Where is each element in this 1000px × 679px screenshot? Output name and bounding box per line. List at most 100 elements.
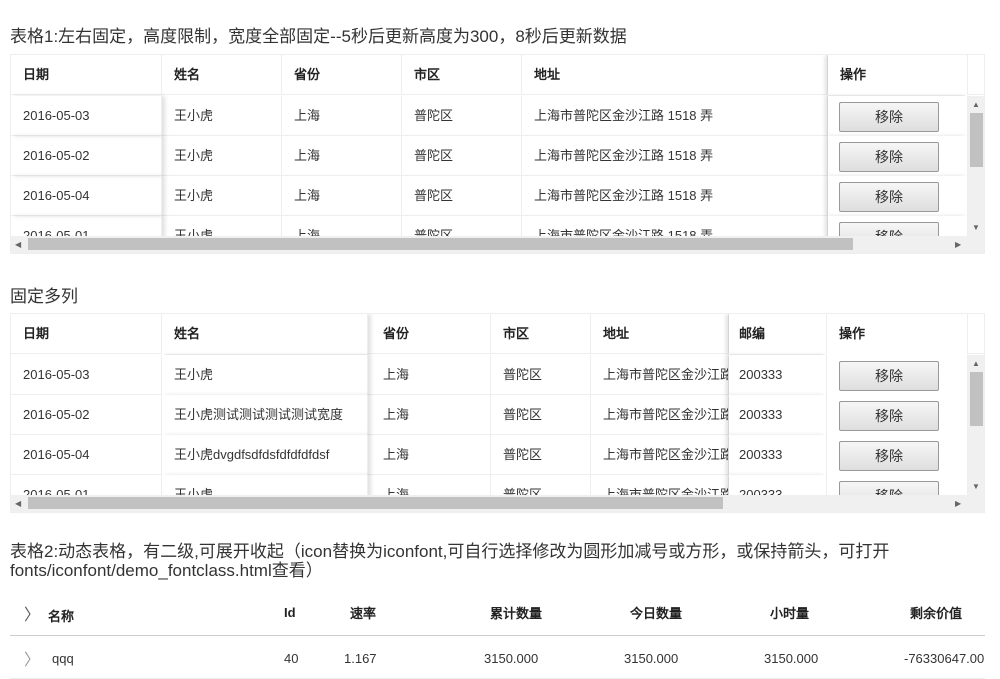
col-city[interactable]: 市区 [402,55,522,95]
remove-button[interactable]: 移除 [839,441,939,471]
table2-title-line1: 表格2:动态表格，有二级,可展开收起（icon替换为iconfont,可自行选择… [10,542,890,561]
col-province[interactable]: 省份 [282,55,402,95]
col-action[interactable]: 操作 [828,55,968,95]
table-multi-title: 固定多列 [10,287,78,306]
cell-name: 王小虎 [162,355,368,395]
cell-city: 普陀区 [491,435,591,475]
scroll-left-icon[interactable]: ◀ [15,499,21,509]
table1-vertical-scrollbar[interactable]: ▲ ▼ [968,96,984,237]
col-city[interactable]: 市区 [491,314,591,354]
cell-action: 移除 [827,355,968,395]
cell-city: 普陀区 [491,395,591,435]
cell-name: 王小虎测试测试测试测试宽度 [162,395,368,435]
table1-hscroll-thumb[interactable] [28,238,853,250]
cell-id: 40 [284,651,299,666]
table-multi-hscroll-thumb[interactable] [28,497,723,509]
cell-date: 2016-05-02 [11,136,162,176]
table2-header: 〉 名称 Id 速率 累计数量 今日数量 小时量 剩余价值 [10,590,985,636]
table-row: 2016-05-03 王小虎 上海 普陀区 上海市普陀区金沙江路 1518 弄移除 [11,96,968,136]
scroll-down-icon[interactable]: ▼ [972,223,980,233]
cell-province: 上海 [282,176,402,216]
remove-button[interactable]: 移除 [839,182,939,212]
scroll-left-icon[interactable]: ◀ [15,240,21,250]
col-date[interactable]: 日期 [11,55,162,95]
remove-button[interactable]: 移除 [839,401,939,431]
cell-city: 普陀区 [402,176,522,216]
cell-address: 上海市普陀区金沙江路 1518 弄 [591,395,729,435]
col-zip[interactable]: 邮编 [729,314,827,354]
cell-action: 移除 [828,136,968,176]
cell-address: 上海市普陀区金沙江路 1518 弄 [522,96,828,136]
cell-city: 普陀区 [402,136,522,176]
remove-button[interactable]: 移除 [839,142,939,172]
scroll-down-icon[interactable]: ▼ [972,482,980,492]
cell-province: 上海 [371,355,491,395]
col-hourly: 小时量 [770,606,810,621]
remove-button[interactable]: 移除 [839,361,939,391]
cell-name: 王小虎dvgdfsdfdsfdfdfdfdsf [162,435,368,475]
cell-city: 普陀区 [402,96,522,136]
table-row: 2016-05-04 王小虎dvgdfsdfdsfdfdfdfdsf 上海 普陀区 上海… [11,435,968,475]
table1-horizontal-scrollbar[interactable]: ◀ ▶ [11,236,984,253]
col-date[interactable]: 日期 [11,314,162,354]
col-action[interactable]: 操作 [827,314,968,354]
scroll-right-icon[interactable]: ▶ [955,499,961,509]
expand-all-chevron-icon[interactable]: 〉 [24,601,40,625]
cell-remaining: -76330647.00 [904,651,985,666]
cell-date: 2016-05-03 [11,96,162,136]
table1: 日期 姓名 省份 市区 地址 操作 2016-05-03 王小虎 上海 普陀区 上海市普… [10,54,985,254]
cell-total: 3150.000 [484,651,539,666]
scroll-up-icon[interactable]: ▲ [972,100,980,110]
table1-title: 表格1:左右固定，高度限制，宽度全部固定--5秒后更新高度为300，8秒后更新数… [10,27,627,46]
cell-zip: 200333 [729,355,827,395]
table-row: 2016-05-03王小虎上海普陀区上海市普陀区金沙江路 1518 弄20033… [11,355,968,395]
cell-action: 移除 [828,96,968,136]
col-today: 今日数量 [630,606,683,621]
col-province[interactable]: 省份 [371,314,491,354]
col-name: 名称 [48,609,75,624]
cell-address: 上海市普陀区金沙江路 1518 弄 [522,136,828,176]
table-row: 2016-05-02王小虎测试测试测试测试宽度上海普陀区上海市普陀区金沙江路 1… [11,395,968,435]
col-remaining: 剩余价值 [910,606,963,621]
cell-action: 移除 [827,395,968,435]
table-multi-vscroll-thumb[interactable] [970,372,983,426]
table1-vscroll-thumb[interactable] [970,113,983,167]
cell-province: 上海 [282,96,402,136]
remove-button[interactable]: 移除 [839,102,939,132]
col-total: 累计数量 [490,606,543,621]
cell-today: 3150.000 [624,651,679,666]
cell-zip: 200333 [729,435,827,475]
cell-name: 王小虎 [162,96,282,136]
cell-name: 王小虎 [162,136,282,176]
cell-province: 上海 [371,395,491,435]
cell-date: 2016-05-02 [11,395,162,435]
cell-action: 移除 [828,176,968,216]
cell-name: qqq [52,651,74,666]
table-multi-horizontal-scrollbar[interactable]: ◀ ▶ [11,495,984,512]
col-address[interactable]: 地址 [591,314,729,354]
cell-date: 2016-05-03 [11,355,162,395]
col-address[interactable]: 地址 [522,55,828,95]
cell-zip: 200333 [729,395,827,435]
table-multi: 日期 姓名 省份 市区 地址 邮编 操作 2016-05-03 王小虎 上海 普陀区上… [10,313,985,513]
table2-row[interactable]: 〉 qqq 40 1.167 3150.000 3150.000 3150.00… [10,637,985,679]
cell-province: 上海 [371,435,491,475]
col-name[interactable]: 姓名 [162,314,368,354]
cell-address: 上海市普陀区金沙江路 1518 弄 [591,355,729,395]
scroll-up-icon[interactable]: ▲ [972,359,980,369]
table-multi-vertical-scrollbar[interactable]: ▲ ▼ [968,355,984,496]
table-row: 2016-05-04 王小虎 上海 普陀区 上海市普陀区金沙江路 1518 弄移除 [11,176,968,216]
col-id: Id [284,605,296,620]
cell-action: 移除 [827,435,968,475]
table1-header: 日期 姓名 省份 市区 地址 操作 [11,55,984,95]
cell-province: 上海 [282,136,402,176]
cell-date: 2016-05-04 [11,176,162,216]
col-name[interactable]: 姓名 [162,55,282,95]
table-multi-header: 日期 姓名 省份 市区 地址 邮编 操作 [11,314,984,354]
expand-row-chevron-icon[interactable]: 〉 [24,646,40,670]
scroll-right-icon[interactable]: ▶ [955,240,961,250]
cell-city: 普陀区 [491,355,591,395]
cell-name: 王小虎 [162,176,282,216]
cell-address: 上海市普陀区金沙江路 1518 弄 [522,176,828,216]
table-row: 2016-05-02 王小虎 上海 普陀区 上海市普陀区金沙江路 1518 弄移除 [11,136,968,176]
